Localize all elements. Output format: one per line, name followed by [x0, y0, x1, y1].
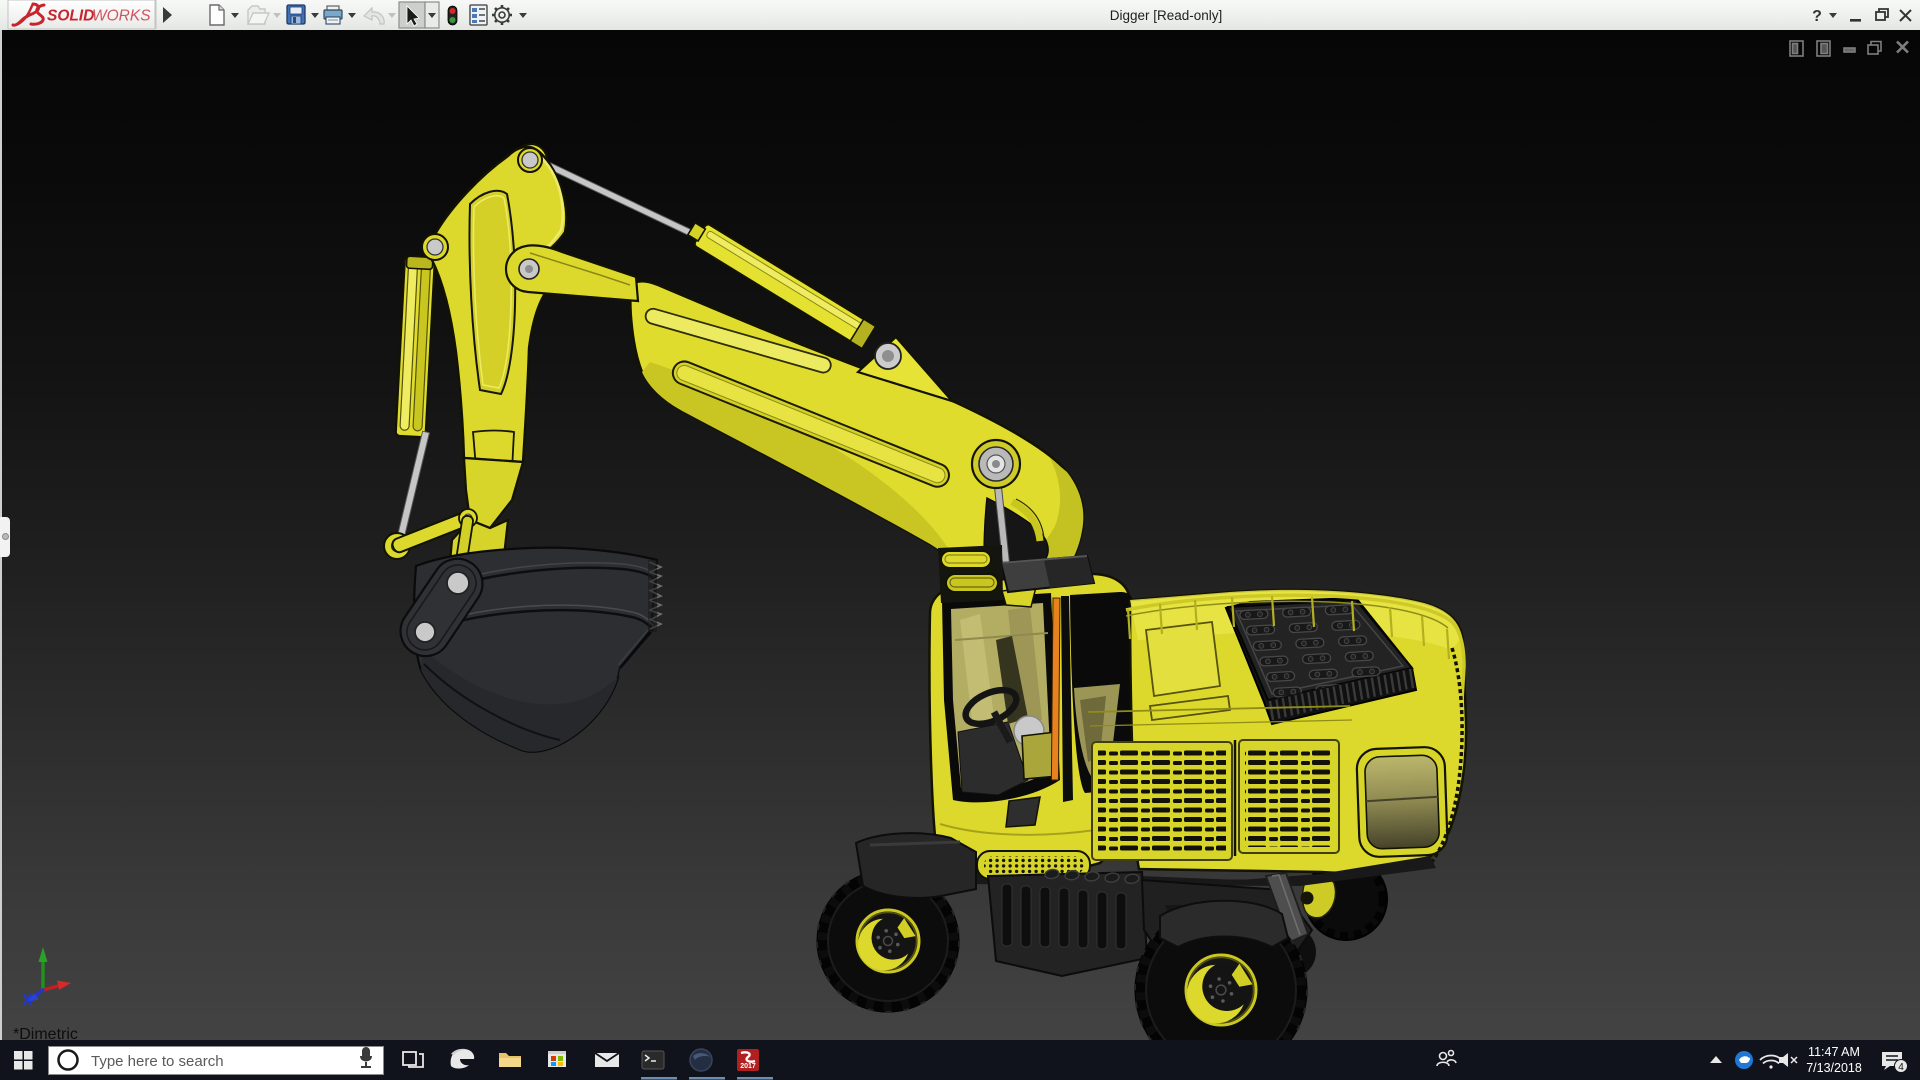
svg-text:11:47 AM: 11:47 AM — [1808, 1045, 1860, 1059]
svg-text:7/13/2018: 7/13/2018 — [1806, 1061, 1862, 1075]
svg-text:WORKS: WORKS — [92, 8, 151, 25]
svg-text:?: ? — [1812, 8, 1822, 25]
svg-text:Digger [Read-only]: Digger [Read-only] — [1110, 8, 1223, 23]
svg-text:4: 4 — [1898, 1062, 1904, 1073]
svg-text:*Dimetric: *Dimetric — [13, 1026, 78, 1040]
svg-text:2017: 2017 — [740, 1063, 756, 1070]
svg-text:SOLID: SOLID — [47, 8, 94, 25]
